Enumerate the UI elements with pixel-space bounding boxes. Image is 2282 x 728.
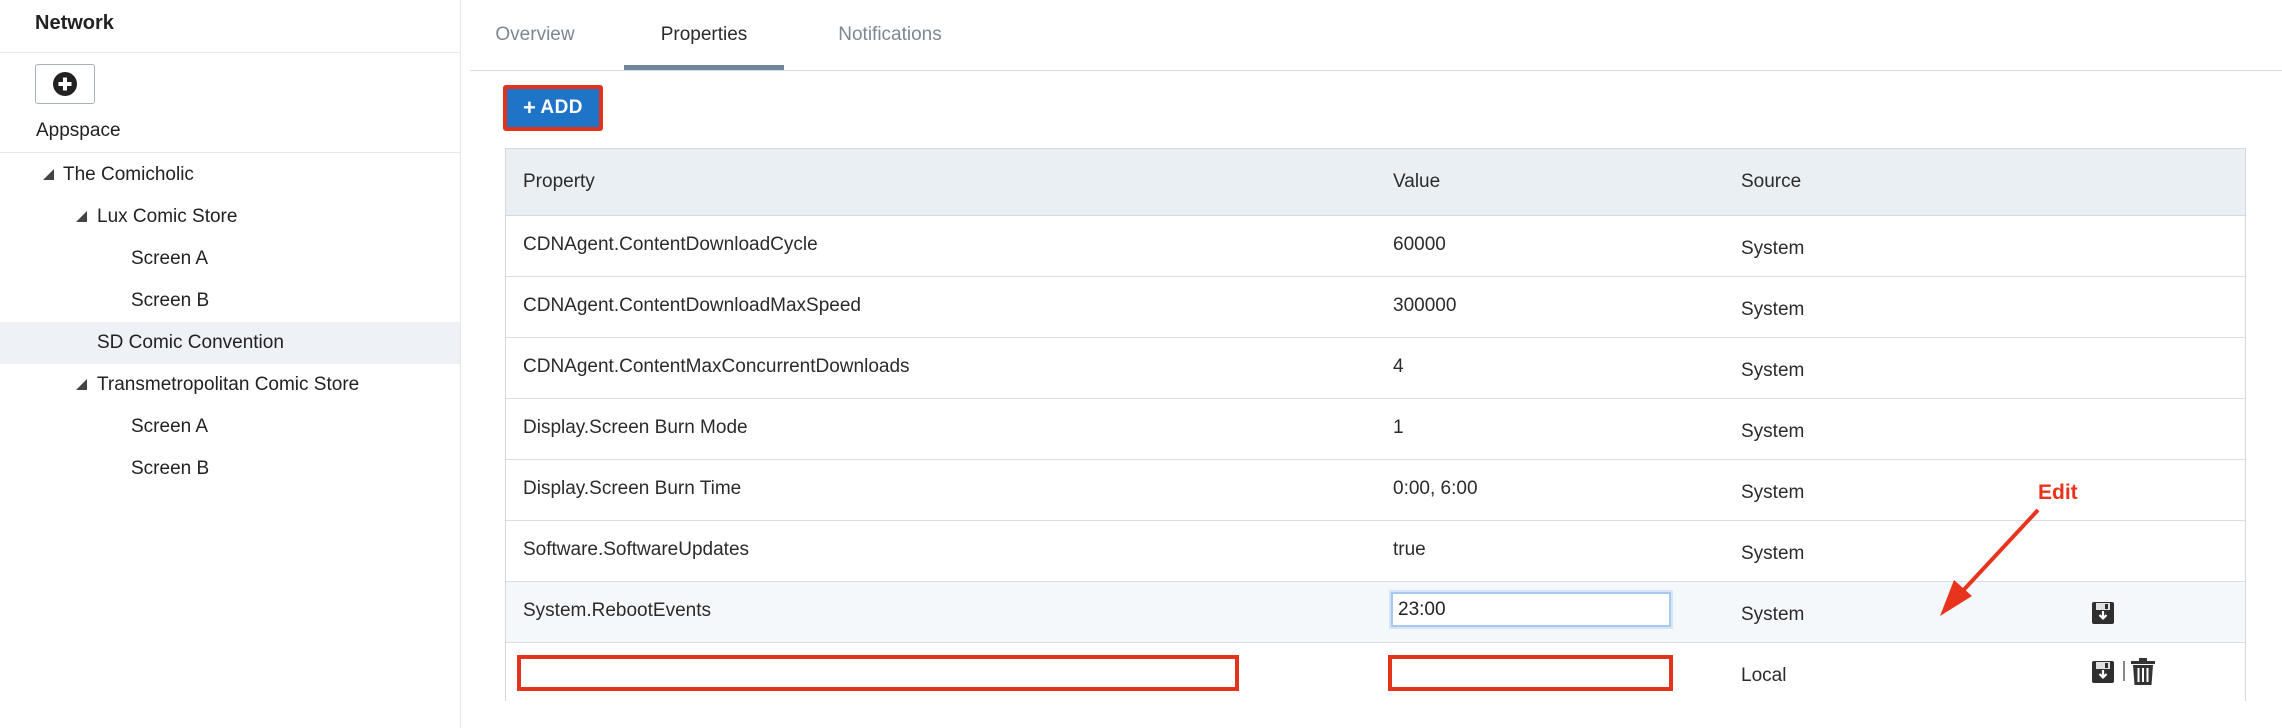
- property-name: Software.SoftwareUpdates: [523, 539, 750, 560]
- save-icon[interactable]: [2091, 660, 2115, 684]
- tree-item-label: Screen B: [131, 290, 210, 311]
- property-name: CDNAgent.ContentDownloadCycle: [523, 234, 818, 255]
- property-source: System: [1741, 482, 1805, 503]
- sidebar-title: Network: [35, 12, 114, 34]
- tree-item-screen-a[interactable]: Screen A: [0, 406, 460, 448]
- property-source: System: [1741, 360, 1805, 381]
- new-property-value-input[interactable]: [1388, 655, 1673, 691]
- property-name: Display.Screen Burn Mode: [523, 417, 748, 438]
- tree-item-label: Screen B: [131, 458, 210, 479]
- property-source: System: [1741, 543, 1805, 564]
- collapse-triangle-icon[interactable]: [76, 211, 87, 222]
- tree-item-label: Lux Comic Store: [97, 206, 238, 227]
- properties-panel: Overview Properties Notifications + ADD …: [470, 0, 2282, 728]
- table-row[interactable]: CDNAgent.ContentDownloadMaxSpeed 300000 …: [506, 277, 2245, 338]
- table-row[interactable]: Display.Screen Burn Mode 1 System: [506, 399, 2245, 460]
- column-header-value: Value: [1393, 171, 1441, 192]
- table-header: Property Value Source: [506, 149, 2245, 216]
- divider: [0, 152, 460, 153]
- table-row[interactable]: CDNAgent.ContentDownloadCycle 60000 Syst…: [506, 216, 2245, 277]
- divider: [0, 52, 460, 53]
- property-value: 60000: [1393, 234, 1446, 255]
- property-value-input[interactable]: [1391, 592, 1671, 627]
- tab-overview[interactable]: Overview: [475, 0, 595, 70]
- save-icon[interactable]: [2091, 601, 2115, 625]
- property-source: System: [1741, 238, 1805, 259]
- table-row-new[interactable]: Local: [506, 643, 2245, 702]
- property-value: 0:00, 6:00: [1393, 478, 1478, 499]
- tree-item-label: Transmetropolitan Comic Store: [97, 374, 360, 395]
- property-name: CDNAgent.ContentDownloadMaxSpeed: [523, 295, 861, 316]
- tree-item-screen-b[interactable]: Screen B: [0, 280, 460, 322]
- tree-item-screen-b[interactable]: Screen B: [0, 448, 460, 490]
- trash-icon[interactable]: [2130, 658, 2156, 686]
- property-source: System: [1741, 604, 1805, 625]
- tree-item-lux-comic-store[interactable]: Lux Comic Store: [0, 196, 460, 238]
- tree-item-label: SD Comic Convention: [97, 332, 284, 353]
- annotation-arrow: [1940, 508, 2040, 616]
- plus-circle-icon: [53, 72, 77, 96]
- tab-properties[interactable]: Properties: [624, 0, 784, 70]
- table-row[interactable]: CDNAgent.ContentMaxConcurrentDownloads 4…: [506, 338, 2245, 399]
- property-source: System: [1741, 299, 1805, 320]
- property-value: 300000: [1393, 295, 1457, 316]
- property-name: CDNAgent.ContentMaxConcurrentDownloads: [523, 356, 910, 377]
- network-sidebar: Network Appspace The Comicholic Lux Comi…: [0, 0, 461, 728]
- tree-item-screen-a[interactable]: Screen A: [0, 238, 460, 280]
- property-value: 4: [1393, 356, 1404, 377]
- tree-item-label: The Comicholic: [63, 164, 194, 185]
- plus-icon: +: [522, 95, 537, 120]
- collapse-triangle-icon[interactable]: [76, 379, 87, 390]
- tab-notifications[interactable]: Notifications: [815, 0, 965, 70]
- property-name: System.RebootEvents: [523, 600, 711, 621]
- tree-item-the-comicholic[interactable]: The Comicholic: [0, 154, 460, 196]
- column-header-source: Source: [1741, 171, 1802, 192]
- property-value: true: [1393, 539, 1426, 560]
- property-source: Local: [1741, 665, 1787, 686]
- tree-item-sd-comic-convention[interactable]: SD Comic Convention: [0, 322, 460, 364]
- appspace-label: Appspace: [36, 120, 121, 141]
- tree-item-transmetropolitan-comic-store[interactable]: Transmetropolitan Comic Store: [0, 364, 460, 406]
- network-tree: The Comicholic Lux Comic Store Screen A …: [0, 154, 460, 490]
- add-property-button[interactable]: + ADD: [503, 85, 603, 131]
- add-node-button[interactable]: [35, 64, 95, 104]
- new-property-name-input[interactable]: [517, 655, 1239, 691]
- add-button-label: ADD: [540, 97, 584, 118]
- collapse-triangle-icon[interactable]: [43, 169, 54, 180]
- icon-separator: [2123, 661, 2125, 681]
- tree-item-label: Screen A: [131, 416, 209, 437]
- tab-bar: Overview Properties Notifications: [470, 0, 2282, 71]
- tree-item-label: Screen A: [131, 248, 209, 269]
- property-value: 1: [1393, 417, 1404, 438]
- property-source: System: [1741, 421, 1805, 442]
- column-header-property: Property: [523, 171, 595, 192]
- property-name: Display.Screen Burn Time: [523, 478, 742, 499]
